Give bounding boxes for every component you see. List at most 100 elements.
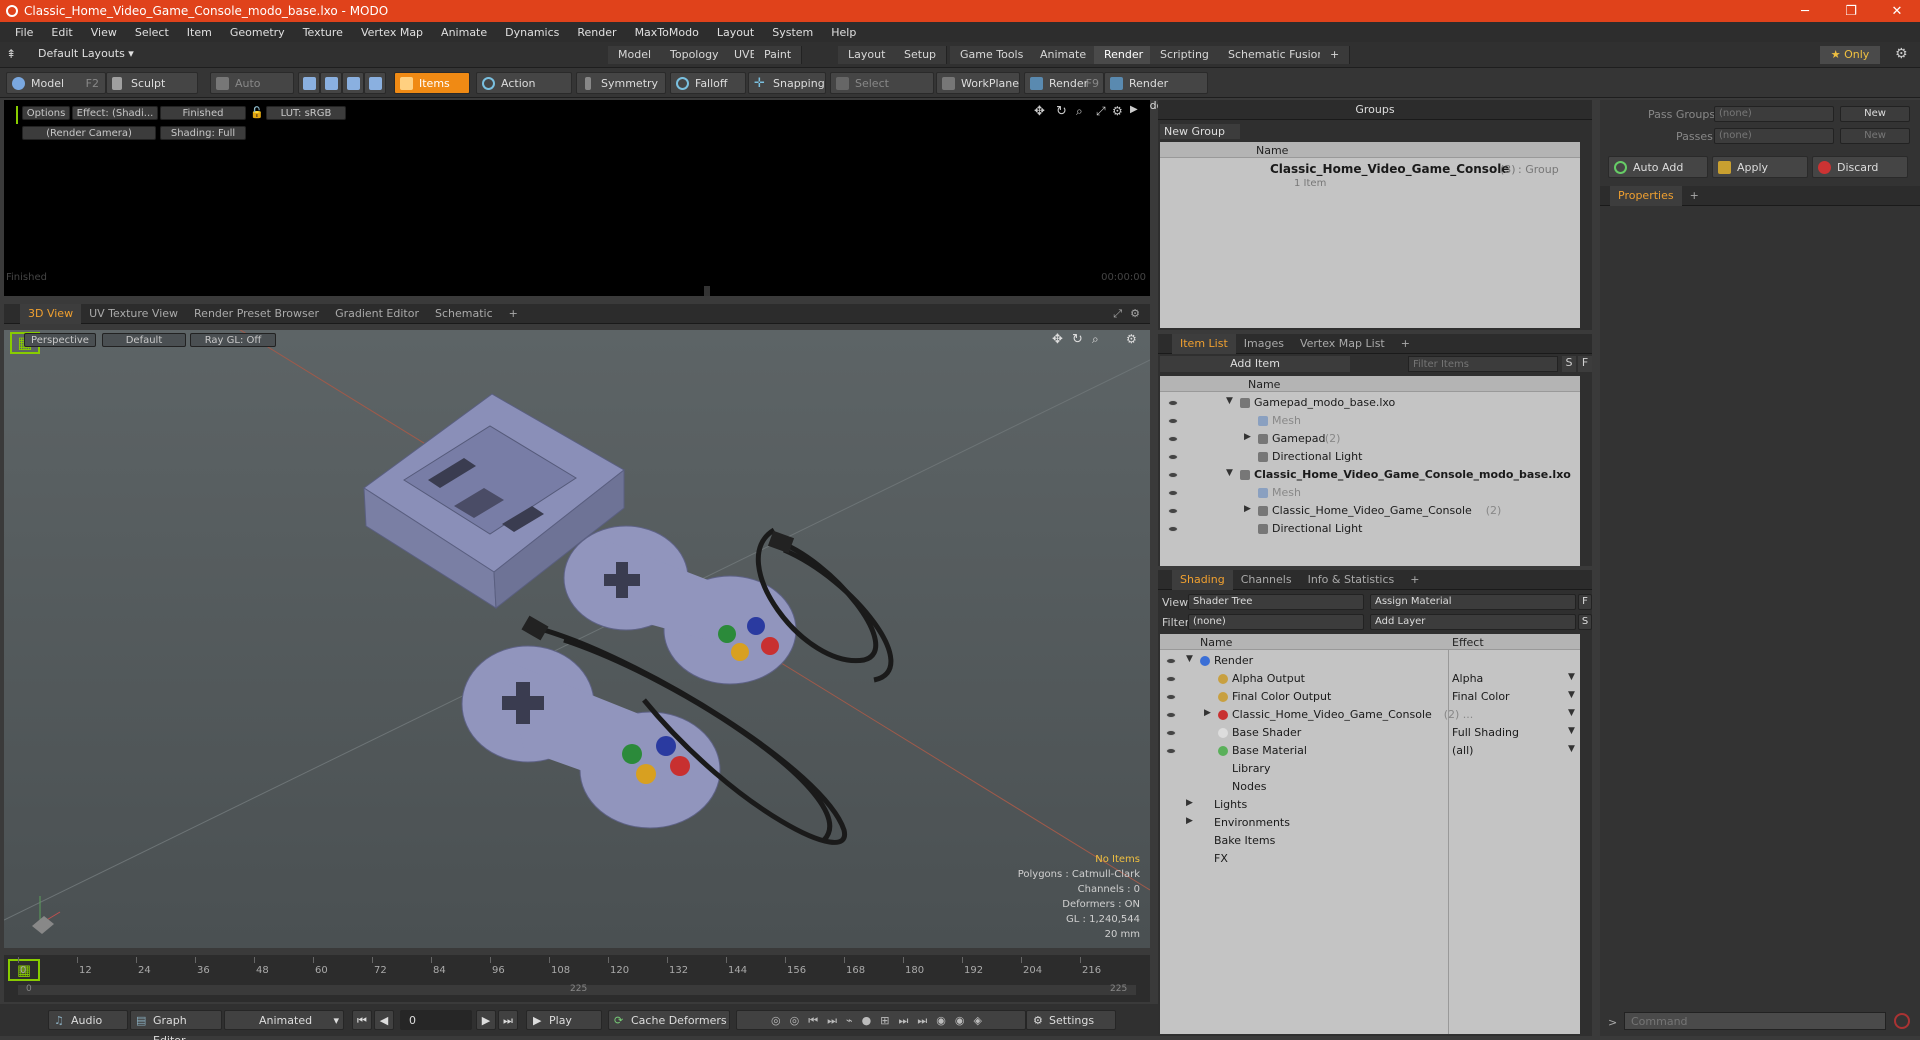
expand-arrow-icon[interactable]: ▶ xyxy=(1244,432,1251,442)
snapping-button[interactable]: ✛ Snapping xyxy=(748,72,826,94)
expand-arrow-icon[interactable]: ▼ xyxy=(1226,468,1233,478)
shader-tree[interactable]: Name Effect ▼ Render Alpha Output Alpha ▼ Fin… xyxy=(1160,634,1580,1034)
shader-row[interactable]: Alpha Output Alpha ▼ xyxy=(1160,670,1580,688)
viewport-tab--[interactable]: + xyxy=(501,304,526,324)
menu-geometry[interactable]: Geometry xyxy=(221,26,294,39)
item-row[interactable]: ▼ Gamepad_modo_base.lxo xyxy=(1160,394,1580,412)
shader-row[interactable]: Final Color Output Final Color ▼ xyxy=(1160,688,1580,706)
eye-icon[interactable] xyxy=(1168,400,1178,406)
default-layouts-dropdown[interactable]: Default Layouts ▾ xyxy=(38,47,134,60)
shader-row[interactable]: Base Material (all) ▼ xyxy=(1160,742,1580,760)
item-list-tab-images[interactable]: Images xyxy=(1236,334,1292,354)
polygons-mode-button[interactable] xyxy=(342,72,364,94)
menu-edit[interactable]: Edit xyxy=(42,26,81,39)
item-row[interactable]: ▼ Classic_Home_Video_Game_Console_modo_ba… xyxy=(1160,466,1580,484)
sculpt-mode-button[interactable]: Sculpt xyxy=(106,72,198,94)
layout-tab-topology[interactable]: Topology xyxy=(660,46,730,64)
eye-icon[interactable] xyxy=(1168,472,1178,478)
last-frame-button[interactable]: ⏭ xyxy=(498,1010,518,1030)
eye-icon[interactable] xyxy=(1166,694,1176,700)
item-row[interactable]: Directional Light xyxy=(1160,520,1580,538)
shader-row[interactable]: Bake Items xyxy=(1160,832,1580,850)
new-pass-group-button[interactable]: New xyxy=(1840,106,1910,122)
item-list-tree[interactable]: Name ▼ Gamepad_modo_base.lxo Mesh ▶ Gamepad(… xyxy=(1160,376,1580,566)
apply-button[interactable]: Apply xyxy=(1712,156,1808,178)
shader-row[interactable]: Nodes xyxy=(1160,778,1580,796)
rotate-icon[interactable]: ↻ xyxy=(1072,332,1083,347)
gear-icon[interactable]: ⚙ xyxy=(1126,332,1137,346)
layout-tab-render[interactable]: Render xyxy=(1094,46,1155,64)
first-frame-button[interactable]: ⏮ xyxy=(352,1010,372,1030)
gear-icon[interactable]: ⚙ xyxy=(1130,307,1140,320)
menu-animate[interactable]: Animate xyxy=(432,26,496,39)
layout-tab--[interactable]: + xyxy=(1320,46,1351,64)
command-input[interactable] xyxy=(1624,1012,1886,1030)
rotate-icon[interactable]: ↻ xyxy=(1056,104,1067,119)
expand-icon[interactable]: ⤢ xyxy=(1096,104,1106,119)
item-list-tab-vertex-map-list[interactable]: Vertex Map List xyxy=(1292,334,1393,354)
search-icon[interactable]: ⌕ xyxy=(1076,104,1083,119)
item-row[interactable]: ▶ Gamepad (2) xyxy=(1160,430,1580,448)
action-center-button[interactable]: Action Center xyxy=(476,72,572,112)
view-dropdown[interactable]: Shader Tree xyxy=(1188,594,1364,610)
edges-mode-button[interactable] xyxy=(320,72,342,94)
chevron-down-icon[interactable]: ▼ xyxy=(1568,672,1575,682)
layout-tab-game-tools[interactable]: Game Tools xyxy=(950,46,1035,64)
eye-icon[interactable] xyxy=(1166,712,1176,718)
shading-dropdown[interactable]: Shading: Full xyxy=(160,126,246,140)
settings-button[interactable]: ⚙ Settings xyxy=(1026,1010,1116,1030)
menu-dynamics[interactable]: Dynamics xyxy=(496,26,568,39)
select-through-button[interactable]: Select Through xyxy=(830,72,934,112)
eye-icon[interactable] xyxy=(1168,490,1178,496)
viewport-tab-render-preset-browser[interactable]: Render Preset Browser xyxy=(186,304,327,324)
materials-mode-button[interactable] xyxy=(364,72,386,94)
menu-render[interactable]: Render xyxy=(568,26,625,39)
groups-list[interactable]: Name Classic_Home_Video_Game_Console (3)… xyxy=(1160,142,1580,328)
model-mode-button[interactable]: Model F2 xyxy=(6,72,106,94)
new-group-button[interactable]: New Group xyxy=(1160,124,1240,139)
expand-icon[interactable]: ⤢ xyxy=(1113,307,1122,321)
shading-tab-shading[interactable]: Shading xyxy=(1172,569,1233,590)
render-button[interactable]: Render F9 xyxy=(1024,72,1104,94)
expand-arrow-icon[interactable]: ▼ xyxy=(1186,654,1193,664)
assign-material-dropdown[interactable]: Assign Material xyxy=(1370,594,1576,610)
viewport-tab-gradient-editor[interactable]: Gradient Editor xyxy=(327,304,427,324)
item-list-tab--[interactable]: + xyxy=(1393,334,1418,354)
eye-icon[interactable] xyxy=(1168,418,1178,424)
menu-help[interactable]: Help xyxy=(822,26,865,39)
eye-icon[interactable] xyxy=(1168,526,1178,532)
item-row[interactable]: Directional Light xyxy=(1160,448,1580,466)
shading-tab-channels[interactable]: Channels xyxy=(1233,570,1300,590)
menu-select[interactable]: Select xyxy=(126,26,178,39)
layout-tab-model[interactable]: Model xyxy=(608,46,663,64)
item-list-f-button[interactable]: F xyxy=(1578,356,1592,372)
vertices-mode-button[interactable] xyxy=(298,72,320,94)
eye-icon[interactable] xyxy=(1168,508,1178,514)
play-icon[interactable]: ▶ xyxy=(1130,104,1138,115)
key-tools-strip[interactable]: ◎◎⏮⏭⌁●⊞⏭⏭◉◉◈ xyxy=(736,1010,1026,1030)
move-icon[interactable]: ✥ xyxy=(1052,332,1063,347)
perspective-dropdown[interactable]: Perspective xyxy=(24,333,96,347)
prev-frame-button[interactable]: ◀ xyxy=(374,1010,394,1030)
eye-icon[interactable] xyxy=(1166,748,1176,754)
items-mode-button[interactable]: Items xyxy=(394,72,470,94)
eye-icon[interactable] xyxy=(1166,658,1176,664)
tab-properties[interactable]: Properties xyxy=(1610,185,1682,206)
auto-add-button[interactable]: Auto Add xyxy=(1608,156,1708,178)
new-pass-button[interactable]: New xyxy=(1840,128,1910,144)
close-button[interactable]: ✕ xyxy=(1874,0,1920,22)
layout-tab-paint[interactable]: Paint xyxy=(754,46,803,64)
add-layer-dropdown[interactable]: Add Layer xyxy=(1370,614,1576,630)
shading-s-button[interactable]: S xyxy=(1578,614,1592,630)
shading-tab-info-statistics[interactable]: Info & Statistics xyxy=(1300,570,1403,590)
shader-effect[interactable]: Final Color xyxy=(1452,690,1510,703)
eye-icon[interactable] xyxy=(1166,676,1176,682)
viewport-tab-schematic[interactable]: Schematic xyxy=(427,304,501,324)
maximize-button[interactable]: ❐ xyxy=(1828,0,1874,22)
menu-item[interactable]: Item xyxy=(178,26,221,39)
chevron-down-icon[interactable]: ▼ xyxy=(1568,690,1575,700)
play-button[interactable]: ▶ Play xyxy=(526,1010,602,1030)
only-toggle[interactable]: ★ Only xyxy=(1820,46,1880,64)
expand-arrow-icon[interactable]: ▶ xyxy=(1186,816,1193,826)
shader-row[interactable]: FX xyxy=(1160,850,1580,868)
